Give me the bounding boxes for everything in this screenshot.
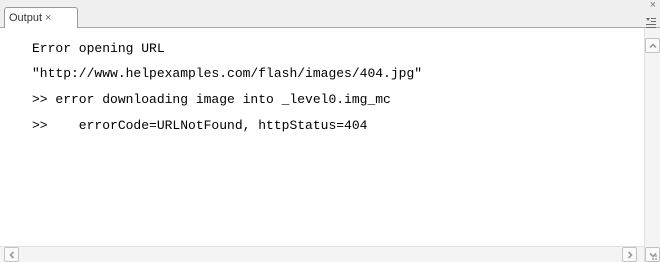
tab-bar: Output × ×: [0, 0, 660, 29]
tab-output[interactable]: Output ×: [4, 7, 78, 29]
chevron-left-icon: [9, 251, 15, 259]
tab-output-label: Output: [9, 12, 43, 24]
tab-close-icon[interactable]: ×: [45, 12, 51, 24]
output-line: "http://www.helpexamples.com/flash/image…: [32, 66, 423, 81]
panel-menu-icon[interactable]: [646, 13, 656, 28]
chevron-right-icon: [627, 251, 633, 259]
output-text-area[interactable]: Error opening URL "http://www.helpexampl…: [0, 28, 644, 246]
scroll-right-button[interactable]: [622, 247, 637, 262]
vertical-scrollbar[interactable]: [644, 28, 660, 262]
scroll-left-button[interactable]: [4, 247, 19, 262]
output-line: >> error downloading image into _level0.…: [32, 92, 391, 107]
output-panel: Output × × Error opening URL "http://www.…: [0, 0, 660, 262]
resize-grip-icon[interactable]: [646, 249, 658, 262]
horizontal-scrollbar[interactable]: [0, 246, 644, 262]
output-line: >> errorCode=URLNotFound, httpStatus=404: [32, 118, 368, 133]
panel-close-icon[interactable]: ×: [650, 0, 656, 11]
chevron-up-icon: [649, 43, 657, 49]
scroll-up-button[interactable]: [645, 38, 660, 53]
output-line: Error opening URL: [32, 41, 165, 56]
